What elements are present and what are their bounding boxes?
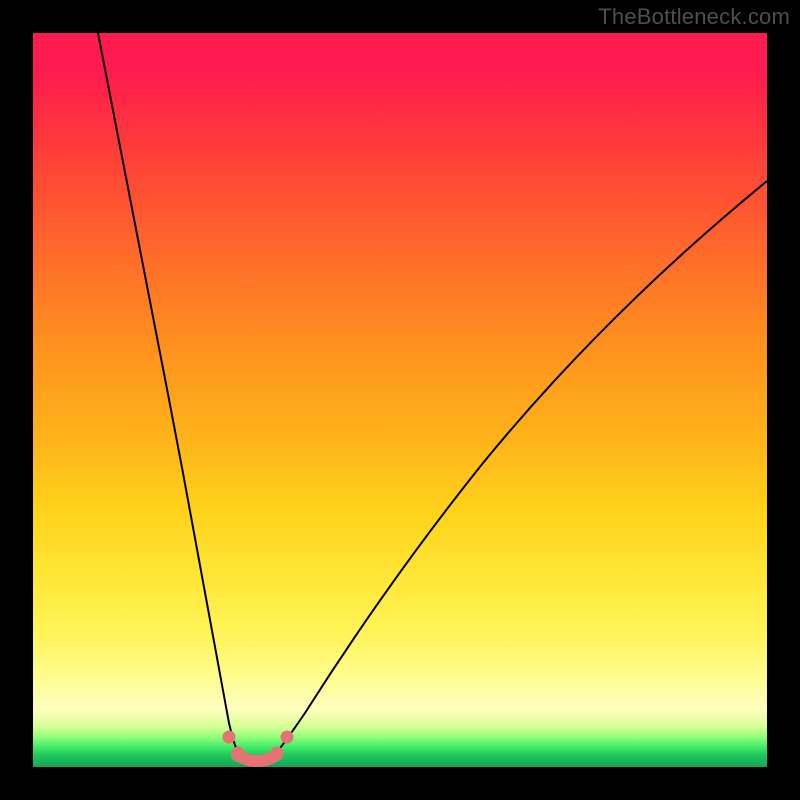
valley-dot bbox=[232, 747, 244, 759]
curves-svg bbox=[33, 33, 767, 767]
valley-dot bbox=[223, 731, 235, 743]
plot-area bbox=[33, 33, 767, 767]
valley-dot bbox=[271, 747, 283, 759]
left-curve bbox=[98, 33, 243, 759]
valley-dot bbox=[281, 731, 293, 743]
chart-root: TheBottleneck.com bbox=[0, 0, 800, 800]
watermark-text: TheBottleneck.com bbox=[598, 4, 790, 30]
right-curve bbox=[271, 181, 767, 759]
